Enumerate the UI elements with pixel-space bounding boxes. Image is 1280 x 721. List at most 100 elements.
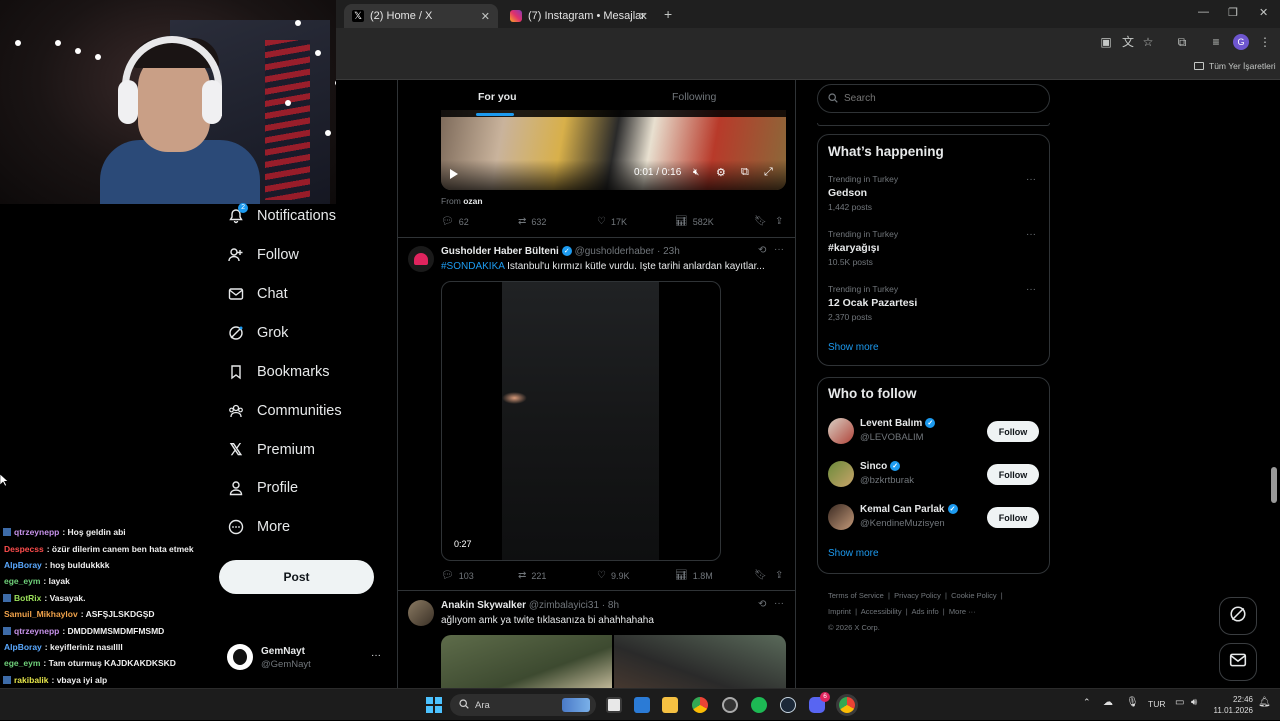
chrome-icon[interactable] (692, 697, 708, 713)
all-bookmarks-folder[interactable]: Tüm Yer İşaretleri (1194, 61, 1276, 71)
spotify-icon[interactable] (751, 697, 767, 713)
footer-link[interactable]: Accessibility (861, 607, 902, 616)
views-button[interactable]: 📊︎ 582K (675, 216, 714, 227)
language-indicator[interactable]: TUR (1148, 699, 1165, 709)
avatar[interactable] (828, 504, 854, 530)
extensions-icon[interactable]: ⧉ (1174, 34, 1190, 50)
play-icon[interactable] (449, 167, 459, 179)
trend-item[interactable]: Trending in Turkey #karyağışı 10.5K post… (828, 229, 1041, 267)
store-icon[interactable] (634, 697, 650, 713)
close-tab-icon[interactable]: ✕ (481, 10, 490, 23)
tweet-time[interactable]: · 8h (602, 600, 619, 611)
views-button[interactable]: 📊︎ 1.8M (675, 570, 713, 581)
settings-gear-icon[interactable]: ⚙ (716, 166, 726, 179)
avatar[interactable] (408, 246, 434, 272)
nav-chat[interactable]: Chat (227, 285, 288, 303)
chrome-active-icon[interactable] (839, 697, 855, 713)
repost-button[interactable]: ⇄ 221 (518, 570, 546, 581)
grok-floating-button[interactable] (1219, 597, 1257, 635)
notification-bell-icon[interactable]: 🔔︎ (1258, 697, 1271, 708)
minimize-icon[interactable]: — (1198, 6, 1209, 18)
chat-username[interactable]: qtrzeynepp (14, 626, 59, 636)
author-name[interactable]: Anakin Skywalker (441, 600, 526, 611)
suggested-user-name[interactable]: Levent Balım ✓ (860, 418, 936, 429)
share-button[interactable]: ⇪ (775, 216, 788, 227)
page-scrollbar-thumb[interactable] (1271, 467, 1277, 503)
nav-follow[interactable]: Follow (227, 246, 299, 264)
grok-explain-icon[interactable]: ⟲ (758, 245, 766, 256)
footer-link[interactable]: Privacy Policy (894, 591, 941, 600)
more-dots-icon[interactable]: ··· (1026, 284, 1036, 295)
cast-icon[interactable]: ▣ (1098, 34, 1114, 50)
tweet-image[interactable] (441, 635, 612, 688)
more-dots-icon[interactable]: ··· (371, 650, 381, 661)
nav-communities[interactable]: Communities (227, 402, 342, 420)
volume-icon[interactable]: 🔊︎ (1191, 697, 1197, 708)
chat-username[interactable]: ege_eym (4, 658, 40, 668)
tweet-image[interactable] (614, 635, 786, 688)
chat-username[interactable]: Samuil_Mikhaylov (4, 609, 78, 619)
chat-username[interactable]: qtrzeynepp (14, 527, 59, 537)
tweet-time[interactable]: · 23h (657, 246, 680, 257)
footer-link[interactable]: More ··· (949, 607, 976, 616)
bookmark-button[interactable]: 🔖︎ (754, 570, 772, 581)
video-source-user[interactable]: ozan (463, 196, 482, 206)
chat-username[interactable]: AlpBoray (4, 560, 42, 570)
restore-icon[interactable]: ❐ (1228, 6, 1238, 19)
task-view-icon[interactable] (606, 697, 622, 713)
suggested-user-name[interactable]: Kemal Can Parlak ✓ (860, 504, 958, 515)
avatar[interactable] (828, 461, 854, 487)
footer-link[interactable]: Ads info (912, 607, 939, 616)
footer-link[interactable]: Imprint (828, 607, 851, 616)
nav-bookmarks[interactable]: Bookmarks (227, 363, 330, 381)
tweet-video[interactable]: 0:01 / 0:16 🔇︎ ⚙ ⧉ ⤢ (441, 110, 786, 190)
footer-link[interactable]: Terms of Service (828, 591, 884, 600)
show-more-link[interactable]: Show more (828, 548, 879, 559)
close-window-icon[interactable]: ✕ (1259, 6, 1268, 19)
like-button[interactable]: ♡ 9.9K (597, 570, 629, 581)
mute-icon[interactable]: 🔇︎ (693, 167, 699, 178)
nav-notifications[interactable]: 2 Notifications (227, 203, 336, 225)
tab-following[interactable]: Following (672, 91, 716, 103)
reply-button[interactable]: 💬︎ 103 (441, 570, 474, 581)
avatar[interactable] (408, 600, 434, 626)
tab-instagram[interactable]: (7) Instagram • Mesajlar ✕ (502, 4, 656, 28)
grok-explain-icon[interactable]: ⟲ (758, 599, 766, 610)
author-handle[interactable]: @zimbalayici31 (529, 600, 599, 611)
fullscreen-icon[interactable]: ⤢ (764, 166, 773, 179)
close-tab-icon[interactable]: ✕ (639, 10, 648, 23)
chat-username[interactable]: AlpBoray (4, 642, 42, 652)
share-button[interactable]: ⇪ (775, 570, 788, 581)
new-tab-icon[interactable]: + (664, 6, 672, 22)
tab-x-home[interactable]: 𝕏 (2) Home / X ✕ (344, 4, 498, 28)
pip-icon[interactable]: ⧉ (741, 166, 749, 179)
follow-button[interactable]: Follow (987, 464, 1039, 485)
network-icon[interactable]: ▭ (1175, 697, 1184, 708)
bookmark-star-icon[interactable]: ☆ (1140, 34, 1156, 50)
microphone-icon[interactable]: 🎙︎ (1126, 697, 1139, 708)
nav-grok[interactable]: Grok (227, 324, 288, 342)
repost-button[interactable]: ⇄ 632 (518, 216, 546, 227)
trend-item[interactable]: Trending in Turkey 12 Ocak Pazartesi 2,3… (828, 284, 1041, 322)
nav-profile[interactable]: Profile (227, 479, 298, 497)
clock[interactable]: 22:46 11.01.2026 (1207, 694, 1253, 716)
suggested-user-name[interactable]: Sinco ✓ (860, 461, 901, 472)
steam-icon[interactable] (780, 697, 796, 713)
obs-icon[interactable] (722, 697, 738, 713)
bookmark-button[interactable]: 🔖︎ (754, 216, 772, 227)
more-dots-icon[interactable]: ··· (774, 244, 784, 255)
show-more-link[interactable]: Show more (828, 342, 879, 353)
chat-username[interactable]: BotRix (14, 593, 41, 603)
windows-start-icon[interactable] (426, 697, 442, 713)
reply-button[interactable]: 💬︎ 62 (441, 216, 469, 227)
more-dots-icon[interactable]: ··· (1026, 229, 1036, 240)
tweet-video[interactable]: 0:27 (441, 281, 721, 561)
menu-kebab-icon[interactable]: ⋮ (1257, 34, 1273, 50)
search-box[interactable] (817, 84, 1050, 113)
chat-username[interactable]: rakibalik (14, 675, 49, 685)
footer-link[interactable]: Cookie Policy (951, 591, 996, 600)
more-dots-icon[interactable]: ··· (774, 598, 784, 609)
avatar[interactable] (828, 418, 854, 444)
onedrive-icon[interactable]: ☁ (1103, 697, 1113, 708)
file-explorer-icon[interactable] (662, 697, 678, 713)
